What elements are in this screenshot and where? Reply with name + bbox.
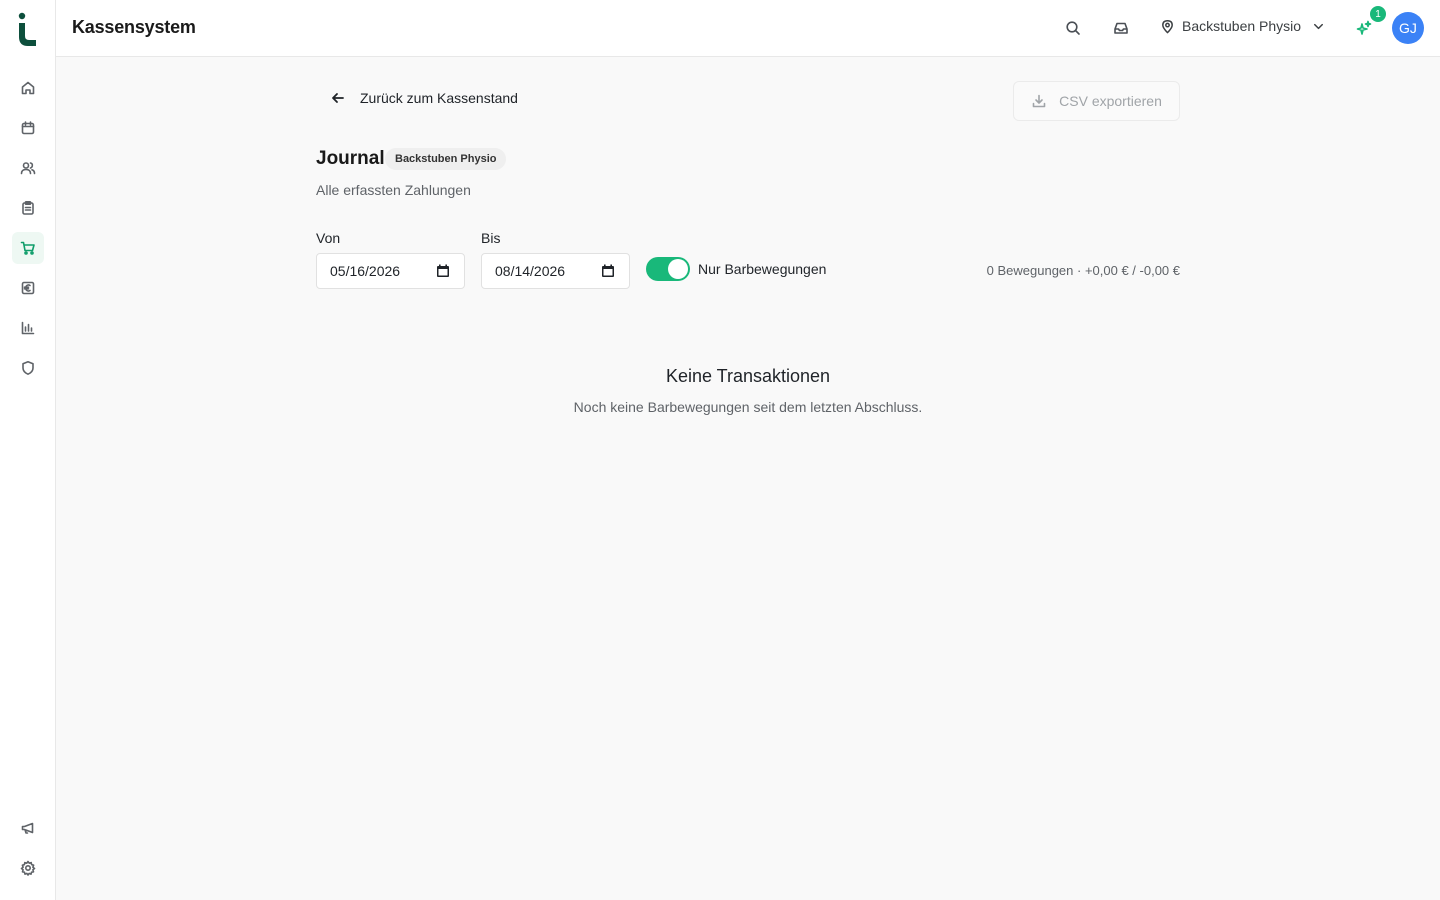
- app-title: Kassensystem: [72, 17, 196, 37]
- movements-summary: 0 Bewegungen · +0,00 € / -0,00 €: [986, 263, 1180, 278]
- bar-chart-icon: [21, 321, 35, 335]
- search-icon: [1066, 21, 1080, 35]
- from-date-value: 05/16/2026: [330, 263, 401, 279]
- arrow-left-icon: [332, 93, 344, 103]
- sidebar-item-reports[interactable]: [12, 312, 44, 344]
- back-link-label: Zurück zum Kassenstand: [360, 90, 518, 106]
- sidebar-item-patients[interactable]: [12, 152, 44, 184]
- megaphone-icon: [21, 822, 34, 834]
- page-subtitle: Alle erfassten Zahlungen: [316, 182, 471, 198]
- location-selector[interactable]: Backstuben Physio: [1160, 18, 1326, 34]
- sidebar: [0, 0, 56, 900]
- notification-badge: 1: [1370, 6, 1386, 22]
- download-icon: [1032, 94, 1046, 108]
- to-date-value: 08/14/2026: [495, 263, 566, 279]
- sidebar-item-cash-register[interactable]: [12, 232, 44, 264]
- sidebar-item-announcements[interactable]: [12, 812, 44, 844]
- sidebar-item-calendar[interactable]: [12, 112, 44, 144]
- euro-icon: [21, 281, 35, 295]
- map-pin-icon: [1162, 19, 1173, 33]
- location-name: Backstuben Physio: [1182, 18, 1302, 34]
- inbox-button[interactable]: [1109, 16, 1133, 40]
- location-chip: Backstuben Physio: [385, 148, 507, 170]
- sidebar-item-settings[interactable]: [12, 852, 44, 884]
- app-logo[interactable]: [16, 12, 40, 46]
- empty-state-title: Keine Transaktionen: [665, 366, 831, 386]
- search-button[interactable]: [1061, 16, 1085, 40]
- cart-icon: [20, 241, 35, 255]
- inbox-icon: [1114, 22, 1128, 34]
- back-link[interactable]: Zurück zum Kassenstand: [330, 90, 518, 106]
- toggle-knob: [668, 259, 688, 279]
- users-icon: [20, 162, 36, 175]
- sidebar-item-billing[interactable]: [12, 272, 44, 304]
- calendar-picker-icon[interactable]: [601, 264, 615, 278]
- gear-icon: [20, 860, 36, 876]
- sidebar-item-tasks[interactable]: [12, 192, 44, 224]
- sidebar-item-home[interactable]: [12, 72, 44, 104]
- top-bar: Kassensystem Backstuben Physio 1 GJ: [56, 0, 1440, 57]
- user-avatar[interactable]: GJ: [1392, 12, 1424, 44]
- cash-only-toggle[interactable]: [646, 257, 690, 281]
- to-date-label: Bis: [481, 230, 501, 246]
- to-date-input[interactable]: 08/14/2026: [481, 253, 630, 289]
- calendar-icon: [21, 121, 35, 135]
- empty-state-message: Noch keine Barbewegungen seit dem letzte…: [573, 399, 923, 415]
- from-date-label: Von: [316, 230, 341, 246]
- sparkles-icon: [1356, 20, 1372, 35]
- page-title: Journal: [316, 148, 385, 169]
- from-date-input[interactable]: 05/16/2026: [316, 253, 465, 289]
- clipboard-icon: [22, 200, 34, 215]
- csv-export-label: CSV exportieren: [1059, 93, 1162, 109]
- cash-only-toggle-label: Nur Barbewegungen: [698, 261, 827, 277]
- chevron-down-icon: [1314, 23, 1324, 29]
- home-icon: [21, 81, 35, 95]
- calendar-picker-icon[interactable]: [436, 264, 450, 278]
- csv-export-button[interactable]: CSV exportieren: [1013, 81, 1180, 121]
